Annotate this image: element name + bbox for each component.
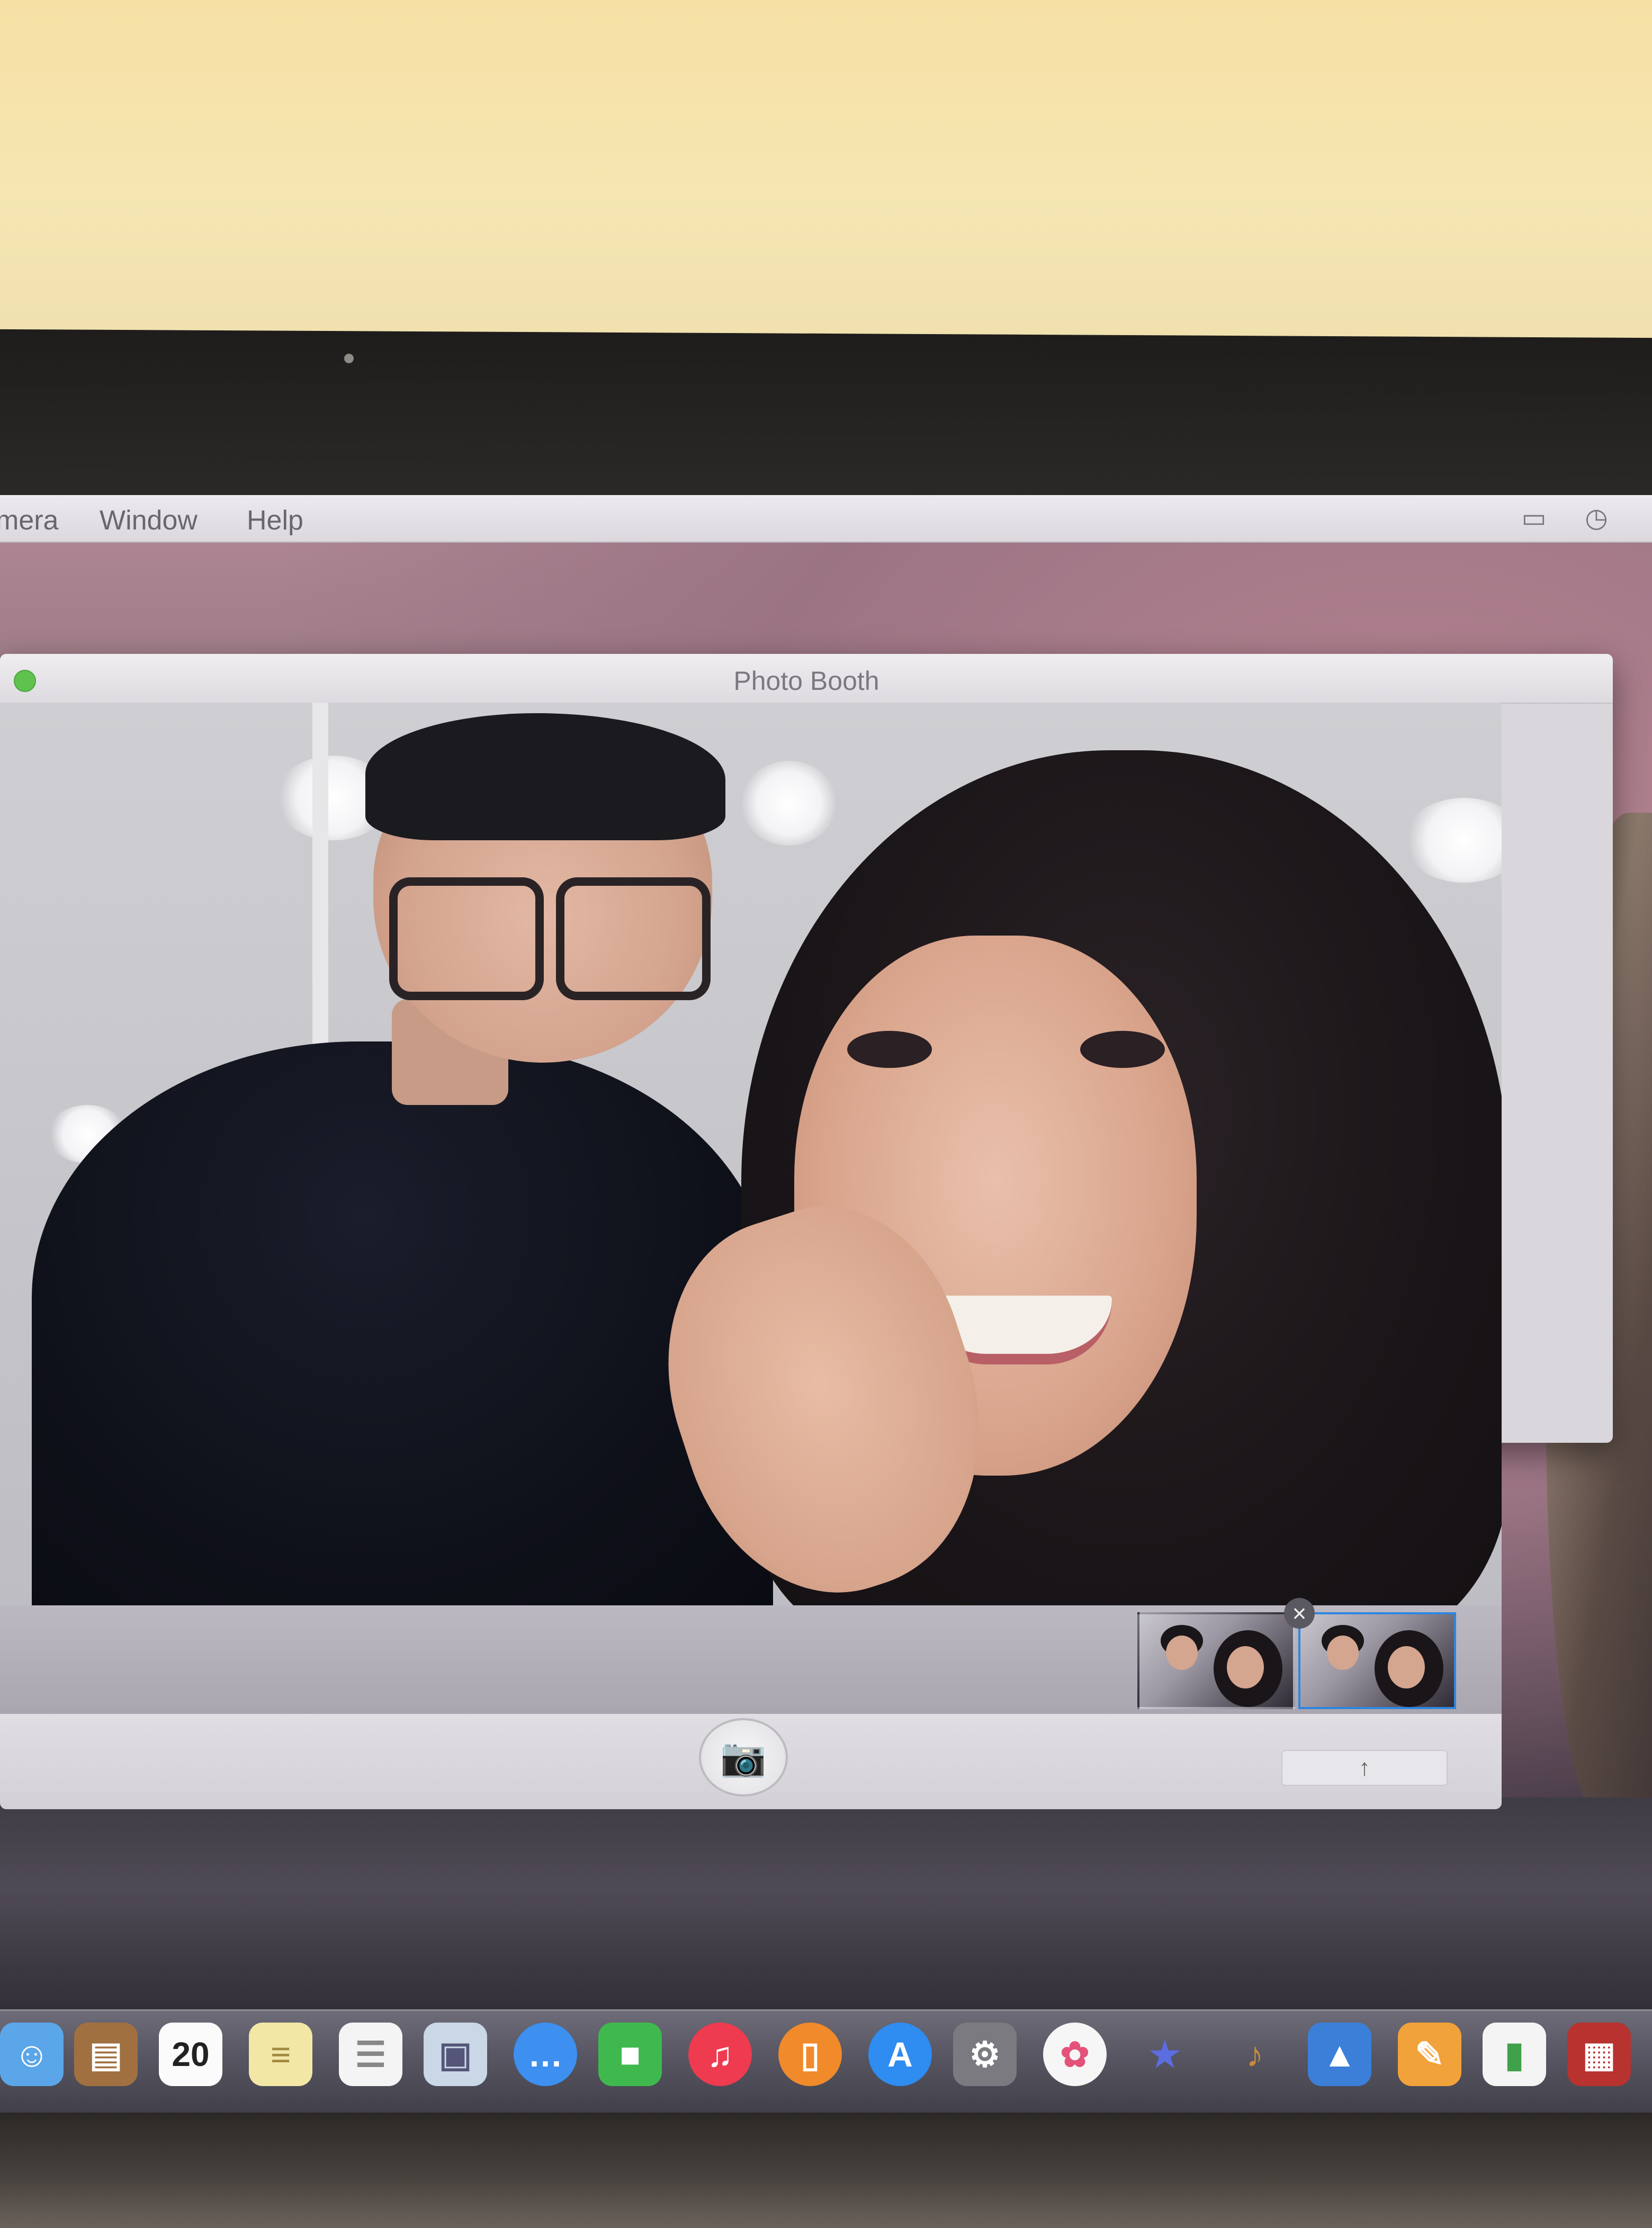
person-man-hair bbox=[365, 713, 725, 840]
time-machine-icon[interactable]: ◷ bbox=[1578, 502, 1615, 533]
photo-booth-icon[interactable]: ▦ bbox=[1567, 2023, 1631, 2086]
person-woman-eye-left bbox=[847, 1031, 932, 1068]
person-woman-eye-right bbox=[1080, 1031, 1165, 1068]
messages-icon[interactable]: … bbox=[514, 2023, 577, 2086]
finder-icon[interactable]: ☺ bbox=[0, 2023, 64, 2086]
menu-camera[interactable]: mera bbox=[0, 505, 58, 536]
menu-window[interactable]: Window bbox=[100, 505, 197, 536]
photo-thumbnail[interactable] bbox=[1137, 1612, 1295, 1709]
wall bbox=[0, 0, 1652, 349]
ibooks-icon[interactable]: ▯ bbox=[778, 2023, 842, 2086]
wallpaper-mountain bbox=[0, 1798, 1652, 2025]
app-store-icon[interactable]: A bbox=[868, 2023, 932, 2086]
monitor-bezel-top bbox=[0, 329, 1652, 513]
photo-booth-window: Photo Booth × 📷 ↑ bbox=[0, 654, 1613, 1809]
thumb-figure bbox=[1166, 1636, 1198, 1670]
menu-bar: mera Window Help ▭ ◷ bbox=[0, 495, 1652, 543]
window-title: Photo Booth bbox=[733, 666, 879, 696]
window-titlebar[interactable]: Photo Booth bbox=[0, 654, 1613, 704]
thumb-figure bbox=[1327, 1636, 1359, 1670]
camera-preview bbox=[0, 703, 1502, 1605]
share-icon: ↑ bbox=[1359, 1755, 1370, 1781]
calendar-date: 20 bbox=[172, 2035, 210, 2073]
keynote-icon[interactable]: ▲ bbox=[1308, 2023, 1371, 2086]
photos-icon[interactable]: ✿ bbox=[1043, 2023, 1107, 2086]
contacts-icon[interactable]: ▤ bbox=[74, 2023, 138, 2086]
numbers-icon[interactable]: ▮ bbox=[1483, 2023, 1546, 2086]
ceiling-light bbox=[1403, 798, 1502, 883]
photo-thumbnail-selected[interactable] bbox=[1298, 1612, 1456, 1709]
system-preferences-icon[interactable]: ⚙ bbox=[953, 2023, 1017, 2086]
reminders-icon[interactable]: ☰ bbox=[339, 2023, 402, 2086]
pages-icon[interactable]: ✎ bbox=[1398, 2023, 1461, 2086]
imovie-icon[interactable]: ★ bbox=[1133, 2023, 1197, 2086]
take-photo-button[interactable]: 📷 bbox=[699, 1718, 788, 1796]
desktop-screen: mera Window Help ▭ ◷ Photo Booth × 📷 ↑ ☺… bbox=[0, 495, 1652, 2115]
itunes-icon[interactable]: ♫ bbox=[688, 2023, 752, 2086]
airplay-icon[interactable]: ▭ bbox=[1515, 502, 1552, 533]
person-man-body bbox=[32, 1041, 773, 1605]
thumb-figure bbox=[1388, 1646, 1425, 1688]
facetime-icon[interactable]: ■ bbox=[598, 2023, 662, 2086]
garageband-icon[interactable]: ♪ bbox=[1223, 2023, 1287, 2086]
preview-icon[interactable]: ▣ bbox=[424, 2023, 487, 2086]
menu-help[interactable]: Help bbox=[247, 505, 303, 536]
ceiling-light bbox=[741, 761, 837, 846]
calendar-icon[interactable]: 20 bbox=[159, 2023, 222, 2086]
glasses-lens-left bbox=[389, 877, 544, 1000]
share-button[interactable]: ↑ bbox=[1281, 1750, 1448, 1786]
glasses-lens-right bbox=[556, 877, 711, 1000]
webcam-indicator bbox=[344, 354, 354, 363]
delete-thumbnail-icon[interactable]: × bbox=[1284, 1598, 1315, 1629]
notes-icon[interactable]: ≡ bbox=[249, 2023, 312, 2086]
thumb-figure bbox=[1227, 1646, 1264, 1688]
camera-icon: 📷 bbox=[720, 1737, 767, 1778]
monitor-bezel-bottom bbox=[0, 2113, 1652, 2228]
